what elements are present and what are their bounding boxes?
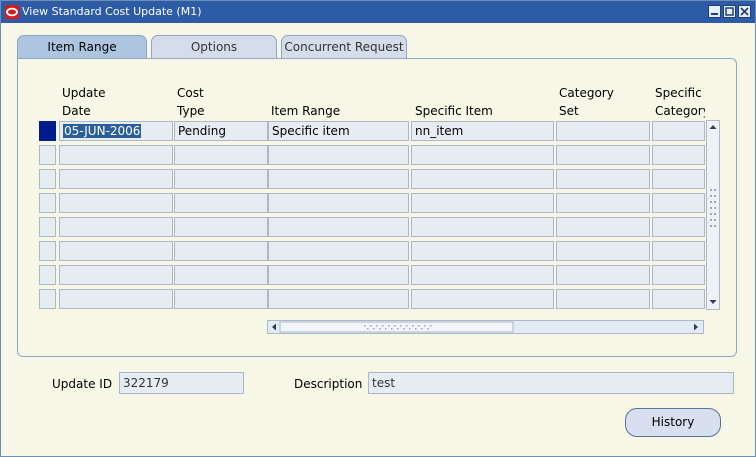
header-category-set: Category Set (559, 86, 614, 118)
category-set-cell[interactable] (556, 217, 650, 237)
row-selector-current[interactable] (39, 121, 56, 141)
close-button[interactable] (738, 5, 751, 18)
window-title: View Standard Cost Update (M1) (22, 5, 202, 18)
row-selector[interactable] (39, 169, 56, 189)
horizontal-scrollbar[interactable] (267, 320, 704, 334)
update-id-label: Update ID (52, 377, 113, 391)
item-range-cell[interactable] (268, 193, 409, 213)
minimize-button[interactable] (708, 5, 721, 18)
row-selector[interactable] (39, 217, 56, 237)
item-range-cell[interactable] (268, 217, 409, 237)
header-item-range: Item Range (271, 104, 341, 118)
cost-type-cell[interactable] (174, 169, 268, 189)
description-label: Description (294, 377, 363, 391)
minimize-icon (711, 13, 718, 15)
update-date-cell[interactable]: 05-JUN-2006 (59, 121, 173, 141)
item-range-cell[interactable] (268, 241, 409, 261)
row-selector[interactable] (39, 193, 56, 213)
scroll-grip-icon (710, 189, 716, 227)
cost-type-cell[interactable] (174, 289, 268, 309)
header-cost-type: Cost Type (177, 86, 205, 118)
row-selector[interactable] (39, 145, 56, 165)
item-range-cell[interactable] (268, 289, 409, 309)
specific-item-cell[interactable] (411, 241, 554, 261)
header-specific-item: Specific Item (415, 104, 493, 118)
update-date-cell[interactable] (59, 289, 173, 309)
specific-category-cell[interactable] (652, 193, 705, 213)
specific-category-cell[interactable] (652, 265, 705, 285)
cost-type-cell[interactable] (174, 241, 268, 261)
specific-item-cell[interactable] (411, 169, 554, 189)
specific-category-cell[interactable] (652, 289, 705, 309)
cost-type-cell[interactable] (174, 145, 268, 165)
title-bar: View Standard Cost Update (M1) (1, 1, 755, 23)
tab-item-range[interactable]: Item Range (17, 35, 147, 58)
cost-type-cell[interactable]: Pending (174, 121, 268, 141)
history-button[interactable]: History (625, 408, 721, 437)
category-set-cell[interactable] (556, 145, 650, 165)
specific-item-cell[interactable] (411, 193, 554, 213)
scroll-up-arrow-icon (709, 125, 717, 129)
specific-category-cell[interactable] (652, 241, 705, 261)
cost-type-cell[interactable] (174, 265, 268, 285)
header-specific-category: Specific Category (655, 86, 705, 118)
update-date-cell[interactable] (59, 193, 173, 213)
specific-category-cell[interactable] (652, 145, 705, 165)
item-range-cell[interactable]: Specific item (268, 121, 409, 141)
update-date-cell[interactable] (59, 169, 173, 189)
category-set-cell[interactable] (556, 169, 650, 189)
update-date-cell[interactable] (59, 241, 173, 261)
category-set-cell[interactable] (556, 241, 650, 261)
vertical-scrollbar-graphic (709, 125, 717, 304)
update-date-cell[interactable] (59, 145, 173, 165)
category-set-cell[interactable] (556, 265, 650, 285)
vertical-scrollbar[interactable] (706, 120, 720, 310)
category-set-cell[interactable] (556, 289, 650, 309)
scroll-left-arrow-icon (272, 323, 276, 331)
horizontal-scrollbar-graphic (272, 321, 698, 333)
cost-type-cell[interactable] (174, 193, 268, 213)
oracle-logo-icon (5, 5, 19, 19)
close-icon (740, 7, 749, 16)
item-range-cell[interactable] (268, 145, 409, 165)
specific-item-cell[interactable]: nn_item (411, 121, 554, 141)
tab-options[interactable]: Options (151, 35, 277, 58)
specific-category-cell[interactable] (652, 169, 705, 189)
scroll-right-arrow-icon (694, 323, 698, 331)
update-id-field[interactable]: 322179 (119, 372, 244, 394)
specific-item-cell[interactable] (411, 145, 554, 165)
tab-concurrent-request[interactable]: Concurrent Request (281, 35, 407, 58)
row-selector[interactable] (39, 265, 56, 285)
maximize-button[interactable] (723, 5, 736, 18)
category-set-cell[interactable] (556, 121, 650, 141)
row-selector[interactable] (39, 241, 56, 261)
app-window: View Standard Cost Update (M1) Item Rang… (0, 0, 756, 457)
cost-type-cell[interactable] (174, 217, 268, 237)
maximize-icon (725, 7, 734, 16)
specific-item-cell[interactable] (411, 289, 554, 309)
specific-category-cell[interactable] (652, 121, 705, 141)
item-range-cell[interactable] (268, 169, 409, 189)
update-date-cell[interactable] (59, 217, 173, 237)
specific-category-cell[interactable] (652, 217, 705, 237)
row-selector[interactable] (39, 289, 56, 309)
item-range-cell[interactable] (268, 265, 409, 285)
header-update-date: Update Date (62, 86, 106, 118)
specific-item-cell[interactable] (411, 217, 554, 237)
scroll-thumb (279, 321, 514, 333)
scroll-down-arrow-icon (709, 300, 717, 304)
description-field[interactable]: test (368, 372, 734, 394)
category-set-cell[interactable] (556, 193, 650, 213)
specific-item-cell[interactable] (411, 265, 554, 285)
update-date-cell[interactable] (59, 265, 173, 285)
